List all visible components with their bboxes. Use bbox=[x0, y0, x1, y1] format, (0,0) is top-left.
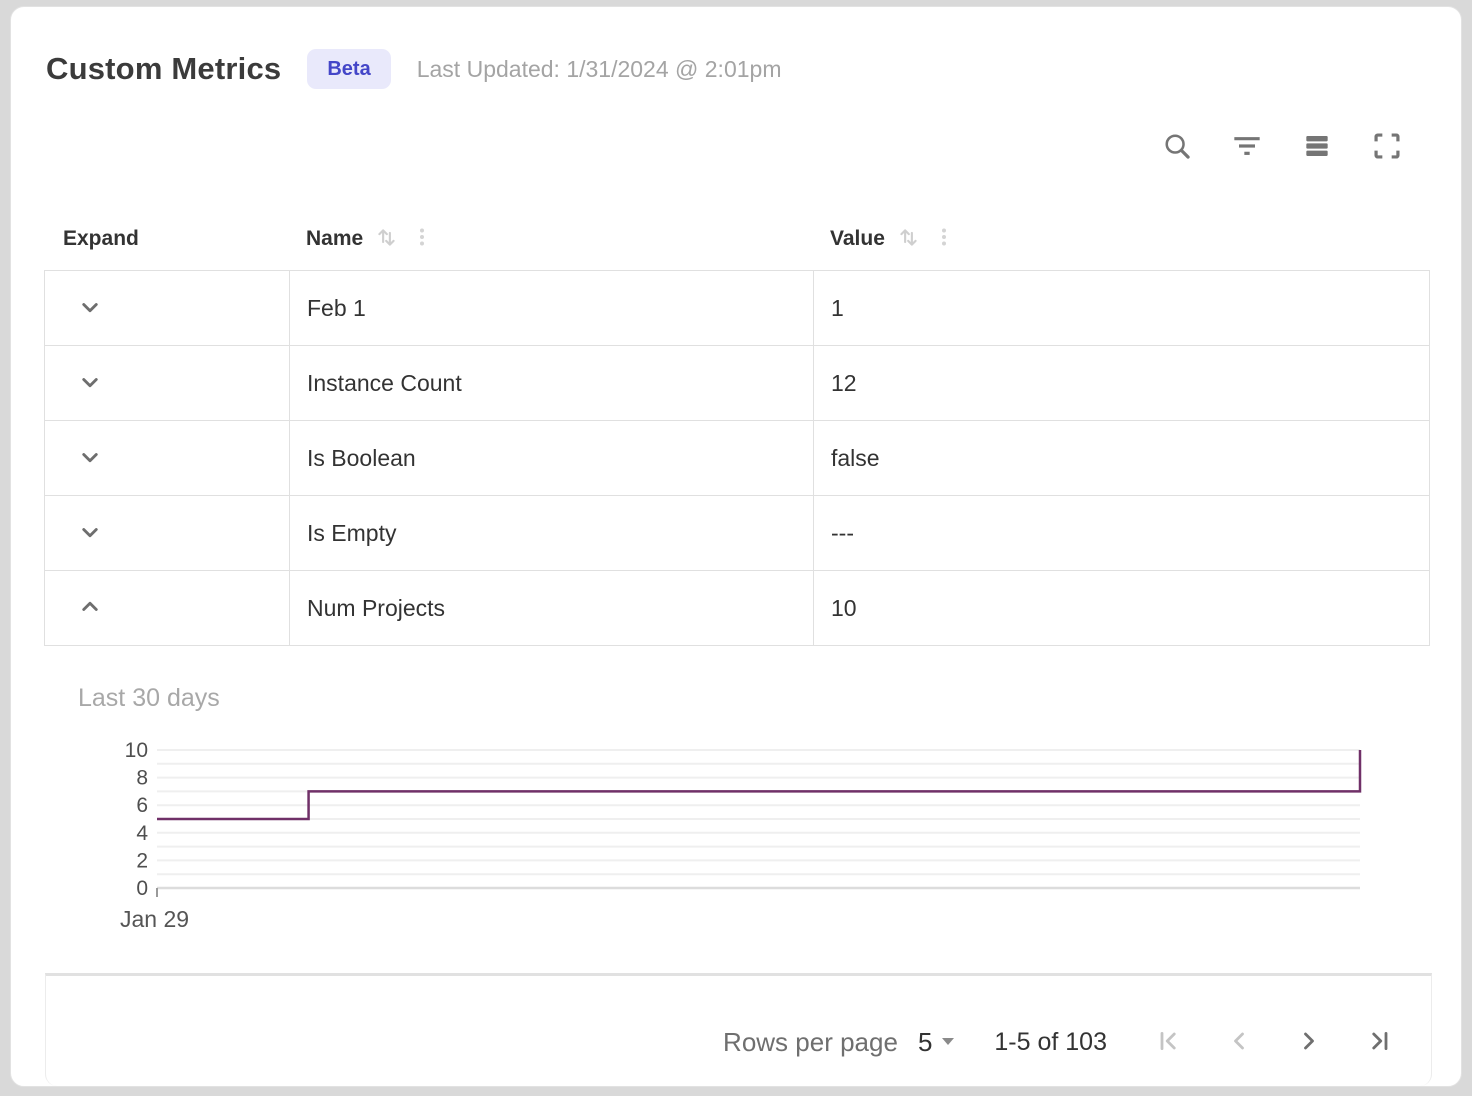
column-label: Expand bbox=[63, 227, 139, 251]
caret-down-icon bbox=[940, 1035, 956, 1050]
table-body: Feb 1 1 Instance Count 12 bbox=[44, 270, 1430, 646]
svg-text:4: 4 bbox=[136, 822, 148, 845]
chevron-down-icon bbox=[75, 442, 105, 475]
table-footer: Rows per page 5 1-5 of 103 bbox=[45, 973, 1432, 1086]
metric-value-cell: --- bbox=[813, 496, 1429, 570]
metric-name-cell: Is Empty bbox=[289, 496, 813, 570]
fullscreen-icon bbox=[1371, 130, 1403, 165]
header: Custom Metrics Beta Last Updated: 1/31/2… bbox=[46, 49, 781, 89]
sort-arrows-icon bbox=[895, 224, 922, 254]
table-row: Instance Count 12 bbox=[45, 346, 1429, 421]
column-menu-button[interactable] bbox=[410, 225, 434, 252]
column-menu-button[interactable] bbox=[932, 225, 956, 252]
metric-name-cell: Feb 1 bbox=[289, 271, 813, 345]
table-row: Is Boolean false bbox=[45, 421, 1429, 496]
last-page-button[interactable] bbox=[1365, 1028, 1393, 1056]
table-header-row: Expand Name bbox=[44, 207, 1430, 270]
expand-row-button[interactable] bbox=[75, 518, 105, 548]
kebab-menu-icon bbox=[410, 225, 434, 252]
chevron-down-icon bbox=[75, 517, 105, 550]
svg-text:2: 2 bbox=[136, 849, 148, 872]
expand-row-button[interactable] bbox=[75, 368, 105, 398]
table-toolbar bbox=[1161, 131, 1403, 163]
table-row: Feb 1 1 bbox=[45, 271, 1429, 346]
rows-per-page-select[interactable]: 5 bbox=[918, 1027, 956, 1058]
metric-value-cell: 10 bbox=[813, 571, 1429, 645]
sort-button[interactable] bbox=[373, 224, 400, 254]
column-header-value[interactable]: Value bbox=[812, 224, 1430, 254]
x-axis-tick-label: Jan 29 bbox=[120, 906, 189, 933]
collapse-row-button[interactable] bbox=[75, 593, 105, 623]
expand-row-button[interactable] bbox=[75, 293, 105, 323]
first-page-icon bbox=[1155, 1027, 1183, 1058]
chevron-right-icon bbox=[1295, 1027, 1323, 1058]
column-label: Name bbox=[306, 227, 363, 251]
search-button[interactable] bbox=[1161, 131, 1193, 163]
next-page-button[interactable] bbox=[1295, 1028, 1323, 1056]
metrics-table: Expand Name bbox=[44, 207, 1430, 646]
svg-text:10: 10 bbox=[125, 739, 148, 762]
density-button[interactable] bbox=[1301, 131, 1333, 163]
metric-value-cell: 12 bbox=[813, 346, 1429, 420]
metric-value-cell: false bbox=[813, 421, 1429, 495]
filter-button[interactable] bbox=[1231, 131, 1263, 163]
column-header-name[interactable]: Name bbox=[288, 224, 812, 254]
last-updated-text: Last Updated: 1/31/2024 @ 2:01pm bbox=[417, 56, 782, 83]
beta-badge: Beta bbox=[307, 49, 390, 89]
previous-page-button[interactable] bbox=[1225, 1028, 1253, 1056]
rows-per-page-value: 5 bbox=[918, 1027, 932, 1058]
pagination-range-label: 1-5 of 103 bbox=[994, 1028, 1107, 1057]
sort-arrows-icon bbox=[373, 224, 400, 254]
sort-button[interactable] bbox=[895, 224, 922, 254]
chevron-up-icon bbox=[75, 592, 105, 625]
svg-text:6: 6 bbox=[136, 794, 148, 817]
table-row-expanded: Num Projects 10 bbox=[45, 571, 1429, 645]
kebab-menu-icon bbox=[932, 225, 956, 252]
search-icon bbox=[1161, 130, 1193, 165]
metric-name-cell: Is Boolean bbox=[289, 421, 813, 495]
metric-value-cell: 1 bbox=[813, 271, 1429, 345]
rows-per-page-label: Rows per page bbox=[723, 1027, 898, 1058]
table-row: Is Empty --- bbox=[45, 496, 1429, 571]
filter-icon bbox=[1231, 130, 1263, 165]
metric-name-cell: Instance Count bbox=[289, 346, 813, 420]
page-title: Custom Metrics bbox=[46, 51, 281, 87]
chevron-down-icon bbox=[75, 367, 105, 400]
chart-title: Last 30 days bbox=[78, 684, 220, 713]
metric-history-chart: 0 2 4 6 8 10 bbox=[93, 740, 1373, 940]
pager-controls bbox=[1155, 1028, 1393, 1056]
first-page-button[interactable] bbox=[1155, 1028, 1183, 1056]
svg-text:0: 0 bbox=[136, 877, 148, 900]
fullscreen-button[interactable] bbox=[1371, 131, 1403, 163]
expand-row-button[interactable] bbox=[75, 443, 105, 473]
metric-name-cell: Num Projects bbox=[289, 571, 813, 645]
custom-metrics-card: Custom Metrics Beta Last Updated: 1/31/2… bbox=[10, 6, 1462, 1087]
column-header-expand: Expand bbox=[44, 227, 288, 251]
chevron-down-icon bbox=[75, 292, 105, 325]
column-label: Value bbox=[830, 227, 885, 251]
chevron-left-icon bbox=[1225, 1027, 1253, 1058]
density-icon bbox=[1301, 130, 1333, 165]
last-page-icon bbox=[1365, 1027, 1393, 1058]
svg-text:8: 8 bbox=[136, 767, 148, 790]
